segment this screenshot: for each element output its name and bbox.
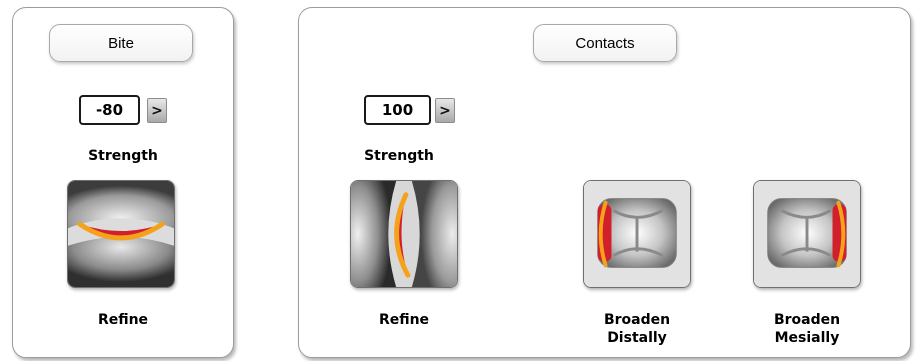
bite-refine-button[interactable] [67, 180, 175, 288]
bite-strength-arrow-button[interactable]: > [147, 98, 167, 123]
bite-refine-icon [68, 181, 174, 287]
chevron-right-icon: > [151, 102, 163, 119]
broaden-mesially-icon [754, 181, 860, 287]
bite-strength-value[interactable]: -80 [79, 95, 140, 125]
contacts-header-button[interactable]: Contacts [533, 24, 677, 62]
contacts-strength-value[interactable]: 100 [364, 95, 431, 125]
bite-strength-label: Strength [88, 148, 158, 164]
contacts-refine-icon [351, 181, 457, 287]
bite-header-label: Bite [108, 34, 134, 52]
broaden-mesially-label: Broaden Mesially [773, 312, 841, 346]
chevron-right-icon: > [439, 102, 451, 119]
bite-header-button[interactable]: Bite [49, 24, 193, 62]
broaden-distally-label: Broaden Distally [603, 312, 671, 346]
broaden-distally-button[interactable] [583, 180, 691, 288]
bite-panel: Bite -80 > Strength Refine [12, 7, 234, 358]
contacts-strength-text: 100 [381, 101, 414, 119]
contacts-refine-label: Refine [378, 312, 430, 328]
contacts-strength-label: Strength [364, 148, 434, 164]
contacts-strength-arrow-button[interactable]: > [435, 98, 455, 123]
contacts-header-label: Contacts [575, 34, 635, 52]
bite-strength-text: -80 [95, 101, 124, 119]
broaden-mesially-button[interactable] [753, 180, 861, 288]
contacts-panel: Contacts 100 > Strength Refine Broaden D… [298, 7, 911, 358]
contacts-refine-button[interactable] [350, 180, 458, 288]
broaden-distally-icon [584, 181, 690, 287]
bite-refine-label: Refine [97, 312, 149, 328]
